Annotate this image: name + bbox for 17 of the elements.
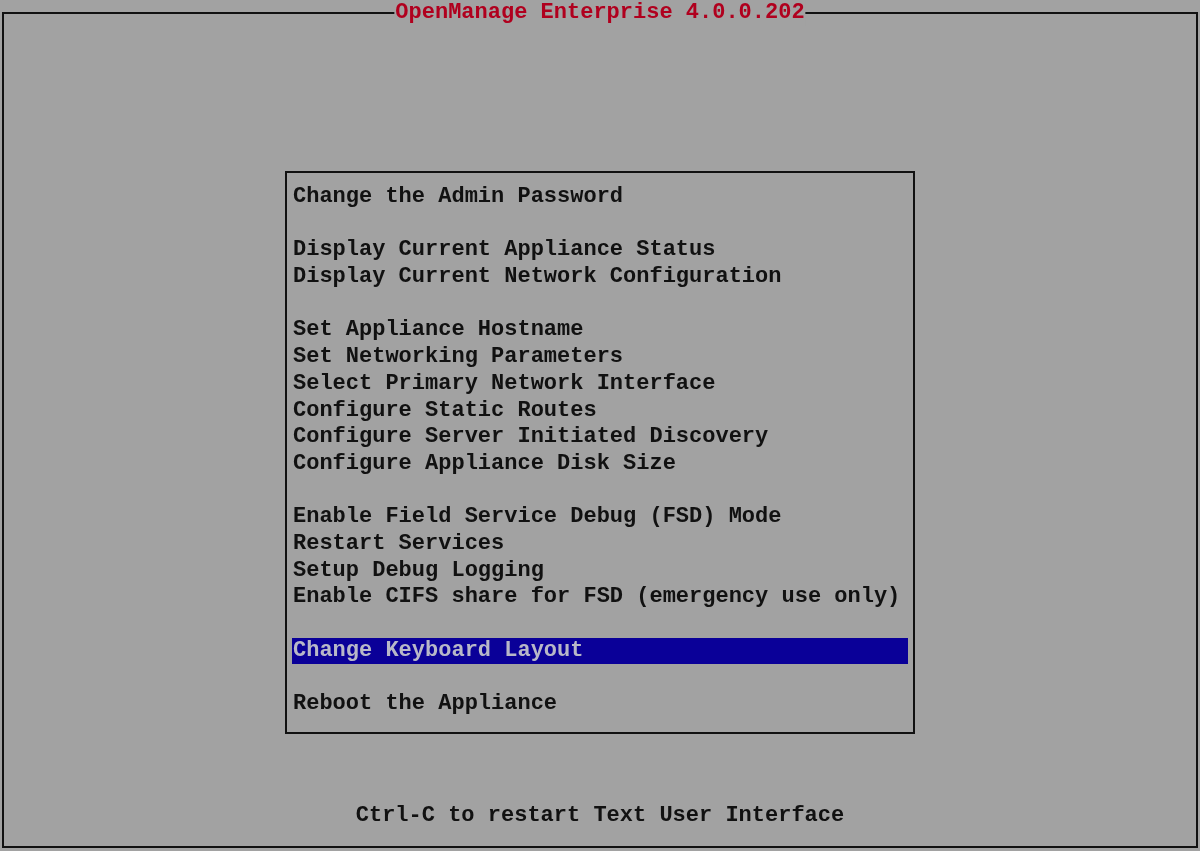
menu-item[interactable]: Reboot the Appliance <box>292 691 908 718</box>
menu-item[interactable]: Display Current Appliance Status <box>292 237 908 265</box>
menu-item[interactable]: Enable CIFS share for FSD (emergency use only) <box>292 584 908 611</box>
menu-item[interactable]: Setup Debug Logging <box>292 557 908 585</box>
menu-item[interactable]: Restart Services <box>292 530 908 558</box>
menu-item[interactable]: Configure Appliance Disk Size <box>292 450 908 478</box>
menu-item[interactable]: Set Appliance Hostname <box>292 317 908 345</box>
menu-item[interactable]: Configure Server Initiated Discovery <box>292 424 908 451</box>
menu-item[interactable]: Change the Admin Password <box>292 184 908 211</box>
footer-hint: Ctrl-C to restart Text User Interface <box>355 803 845 829</box>
menu-item[interactable]: Change Keyboard Layout <box>292 637 908 665</box>
menu-item[interactable]: Enable Field Service Debug (FSD) Mode <box>292 504 908 531</box>
menu-item[interactable]: Select Primary Network Interface <box>292 370 908 398</box>
menu-item[interactable]: Configure Static Routes <box>292 397 908 425</box>
menu-item[interactable]: Set Networking Parameters <box>292 344 908 371</box>
menu-item[interactable]: Display Current Network Configuration <box>292 264 908 291</box>
window-title: OpenManage Enterprise 4.0.0.202 <box>394 0 806 26</box>
